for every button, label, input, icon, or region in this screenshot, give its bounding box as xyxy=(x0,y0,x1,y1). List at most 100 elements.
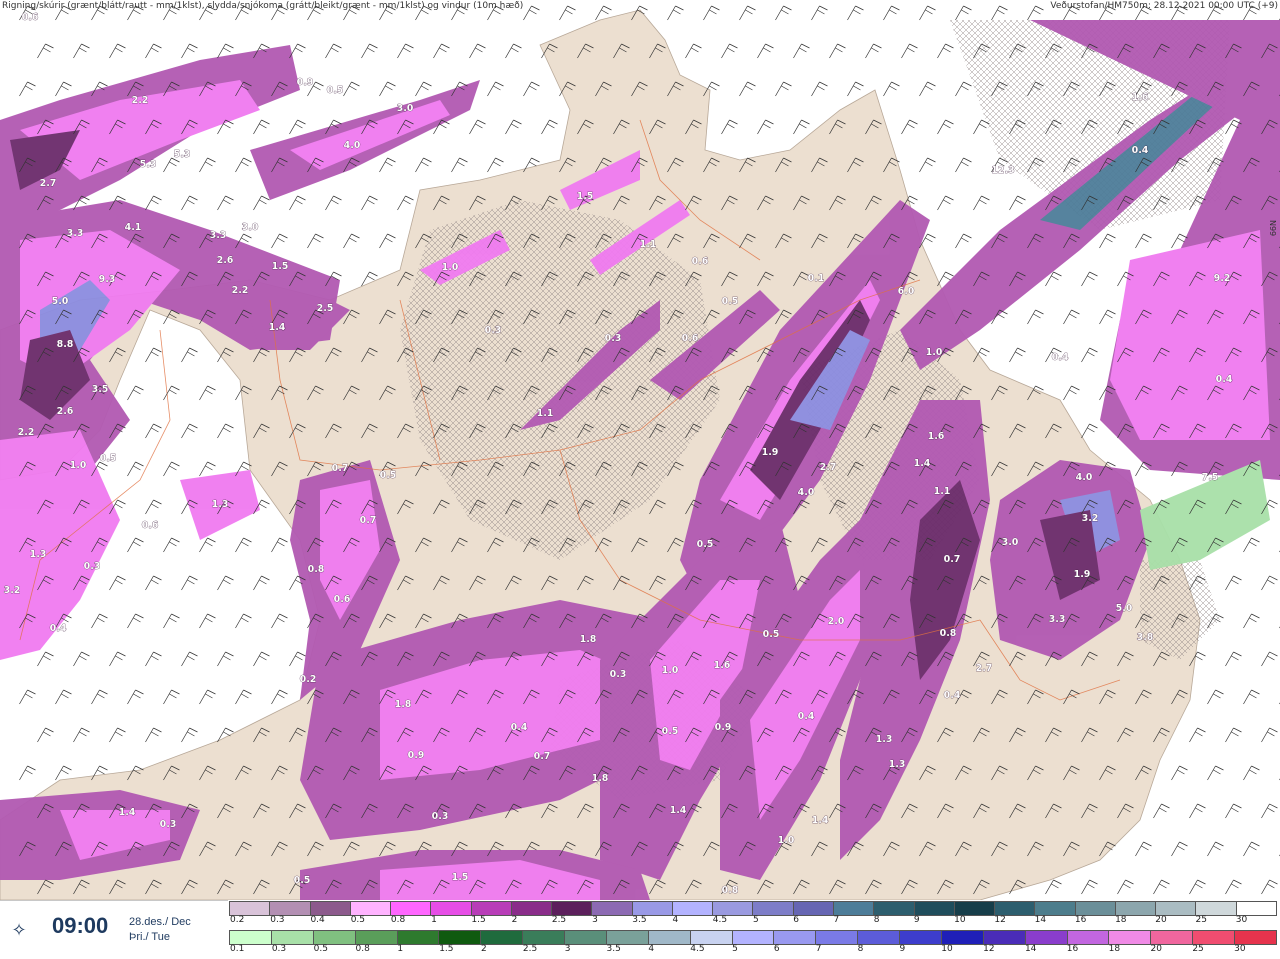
precip-value-label: 1.8 xyxy=(580,634,597,645)
snow-scale-swatch xyxy=(511,902,553,915)
precip-value-label: 1.9 xyxy=(762,447,779,458)
rain-scale-tick-label: 30 xyxy=(1234,944,1246,954)
precip-value-label: 1.0 xyxy=(70,460,87,471)
snow-scale-tick-label: 30 xyxy=(1235,915,1248,925)
precip-value-label: 0.7 xyxy=(360,515,377,526)
rain-scale-tick-label: 0.1 xyxy=(230,944,245,954)
rain-scale-tick-label: 20 xyxy=(1150,944,1162,954)
rain-scale-tick-label: 18 xyxy=(1108,944,1121,954)
precip-value-label: 0.4 xyxy=(511,722,528,733)
snow-scale-tick-label: 14 xyxy=(1034,915,1047,925)
forecast-time: 09:00 xyxy=(52,913,109,938)
rain-scale-swatch xyxy=(690,931,733,944)
snow-scale-tick-label: 0.2 xyxy=(230,915,245,925)
precip-value-label: 9.3 xyxy=(99,274,116,285)
precip-value-label: 0.5 xyxy=(722,296,739,307)
precip-value-label: 0.4 xyxy=(798,711,815,722)
precip-value-label: 0.6 xyxy=(22,12,39,23)
rain-scale-tick-label: 10 xyxy=(941,944,953,954)
precip-value-label: 3.5 xyxy=(92,384,109,395)
forecast-weekday: Þri./ Tue xyxy=(129,931,170,943)
precip-value-label: 1.5 xyxy=(452,872,469,883)
precip-value-label: 0.3 xyxy=(605,333,622,344)
precip-value-label: 0.3 xyxy=(160,819,177,830)
rain-scale-swatch xyxy=(481,931,524,944)
rain-scale-swatch xyxy=(1067,931,1110,944)
rain-scale-tick-label: 3.5 xyxy=(606,944,621,954)
precip-value-label: 2.7 xyxy=(976,663,993,674)
snow-scale-swatch xyxy=(350,902,392,915)
rain-scale-swatch xyxy=(900,931,942,944)
rain-scale-swatch xyxy=(816,931,859,944)
rain-scale-swatch xyxy=(1193,931,1235,944)
precip-value-label: 0.1 xyxy=(808,273,825,284)
snow-scale-swatch xyxy=(914,902,955,915)
snow-scale-swatch xyxy=(310,902,351,915)
precip-value-label: 3.0 xyxy=(242,222,259,233)
precip-value-label: 1.0 xyxy=(926,347,943,358)
precip-value-label: 0.3 xyxy=(84,561,101,572)
precip-value-label: 0.8 xyxy=(940,628,957,639)
weather-map: 0.6 2.2 0.9 0.5 3.0 4.0 5.3 5.3 2.7 3.3 4.1 3.3 3.0 9… xyxy=(0,0,1280,900)
snow-scale-swatch xyxy=(833,902,875,915)
precip-value-label: 2.5 xyxy=(317,303,334,314)
precip-value-label: 4.1 xyxy=(125,222,142,233)
rain-scale-tick-label: 8 xyxy=(857,944,864,954)
rain-scale-tick-label: 7 xyxy=(815,944,822,954)
snow-scale-swatch xyxy=(391,902,432,915)
rain-scale-swatch xyxy=(983,931,1026,944)
precip-value-label: 0.5 xyxy=(763,629,780,640)
snow-scale-tick-label: 10 xyxy=(954,915,966,925)
precip-value-label: 0.6 xyxy=(334,594,351,605)
rain-scale-swatch xyxy=(565,931,607,944)
rain-scale-tick-label: 25 xyxy=(1192,944,1204,954)
snow-scale-swatch xyxy=(713,902,754,915)
precip-value-label: 2.7 xyxy=(820,462,837,473)
precip-value-label: 0.3 xyxy=(485,325,502,336)
precip-value-label: 2.0 xyxy=(828,616,845,627)
rain-scale-tick-label: 1.5 xyxy=(439,944,454,954)
rain-scale-tick-label: 0.3 xyxy=(271,944,287,954)
snow-scale-tick-label: 4.5 xyxy=(712,915,728,925)
rain-scale-swatch xyxy=(1151,931,1194,944)
precip-value-label: 1.3 xyxy=(889,759,906,770)
rain-scale-tick-label: 9 xyxy=(899,944,906,954)
precip-value-label: 1.4 xyxy=(119,807,136,818)
precip-value-label: 0.4 xyxy=(1052,352,1069,363)
rain-scale-swatch xyxy=(523,931,565,944)
precip-value-label: 1.8 xyxy=(395,699,412,710)
rain-scale-tick-label: 0.5 xyxy=(313,944,328,954)
snow-scale-tick-label: 8 xyxy=(873,915,880,925)
precip-value-label: 2.7 xyxy=(40,178,57,189)
precip-value-label: 0.7 xyxy=(534,751,551,762)
precip-value-label: 4.0 xyxy=(1076,472,1093,483)
rain-scale-tick-label: 2.5 xyxy=(522,944,538,954)
rain-scale-swatch xyxy=(941,931,984,944)
precip-value-label: 1.0 xyxy=(662,665,679,676)
precip-value-label: 0.4 xyxy=(50,623,67,634)
snow-scale-swatch xyxy=(793,902,834,915)
snow-scale-swatch xyxy=(753,902,794,915)
precip-value-label: 1.6 xyxy=(928,431,945,442)
snow-scale-tick-label: 16 xyxy=(1074,915,1087,925)
snow-scale-tick-label: 1.5 xyxy=(471,915,486,925)
rain-scale-swatch xyxy=(439,931,482,944)
precip-value-label: 0.9 xyxy=(715,722,732,733)
rain-scale-tick-label: 2 xyxy=(481,944,487,954)
rain-scale-swatch xyxy=(271,931,314,944)
precip-value-label: 0.2 xyxy=(300,674,317,685)
snow-scale-swatch xyxy=(592,902,633,915)
precip-value-label: 3.0 xyxy=(397,103,414,114)
precip-value-label: 1.4 xyxy=(670,805,687,816)
snow-scale-swatch xyxy=(552,902,593,915)
precip-value-label: 0.9 xyxy=(408,750,425,761)
rain-scale-tick-label: 4.5 xyxy=(690,944,705,954)
precip-value-label: 3.3 xyxy=(1049,614,1066,625)
rain-scale-swatch xyxy=(774,931,817,944)
precip-value-label: 1.8 xyxy=(592,773,609,784)
latitude-label: 66N xyxy=(1269,220,1278,237)
snow-scale-swatch xyxy=(1156,902,1197,915)
snow-scale-swatch xyxy=(230,902,271,915)
precip-value-label: 1.9 xyxy=(1074,569,1091,580)
rain-scale-tick-label: 0.8 xyxy=(355,944,370,954)
